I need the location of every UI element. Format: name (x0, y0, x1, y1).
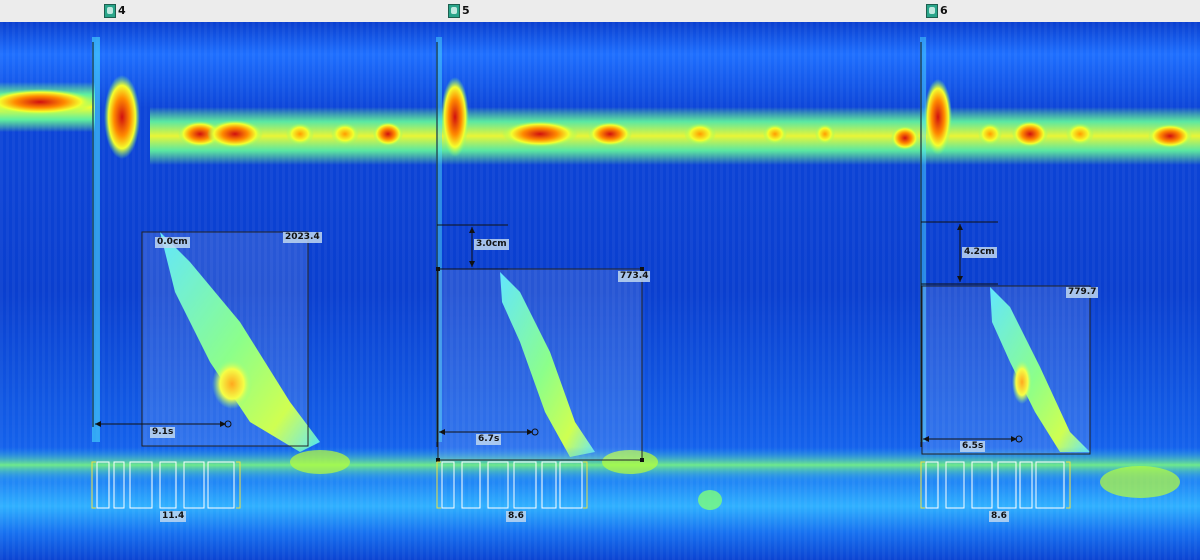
dci-box-6[interactable] (921, 285, 1091, 455)
swallow-marker-label: 4 (118, 4, 126, 17)
irp-label-6: 8.6 (989, 511, 1009, 522)
swallow-marker-5[interactable]: 5 (448, 3, 470, 19)
distance-label-6: 4.2cm (962, 247, 997, 258)
time-label-6: 6.5s (960, 441, 986, 452)
distance-label-5: 3.0cm (474, 239, 509, 250)
swallow-marker-label: 5 (462, 4, 470, 17)
dci-label-5: 773.4 (618, 271, 651, 282)
swallow-marker-icon (448, 4, 460, 18)
dci-label-6: 779.7 (1066, 287, 1099, 298)
swallow-marker-label: 6 (940, 4, 948, 17)
time-label-5: 6.7s (476, 434, 502, 445)
swallow-marker-4[interactable]: 4 (104, 3, 126, 19)
irp-label-5: 8.6 (506, 511, 526, 522)
pressure-topography-plot[interactable]: 2023.4 0.0cm 9.1s 11.4 773.4 3.0cm 6.7s … (0, 22, 1200, 560)
swallow-marker-icon (104, 4, 116, 18)
swallow-marker-icon (926, 4, 938, 18)
dci-box-4[interactable] (141, 231, 309, 447)
swallow-marker-bar: 4 5 6 (0, 0, 1200, 23)
time-label-4: 9.1s (150, 427, 176, 438)
swallow-marker-6[interactable]: 6 (926, 3, 948, 19)
dci-label-4: 2023.4 (283, 232, 322, 243)
dci-box-5[interactable] (436, 267, 644, 462)
distance-label-4: 0.0cm (155, 237, 190, 248)
pressure-heatmap (0, 22, 1200, 560)
irp-label-4: 11.4 (160, 511, 187, 522)
